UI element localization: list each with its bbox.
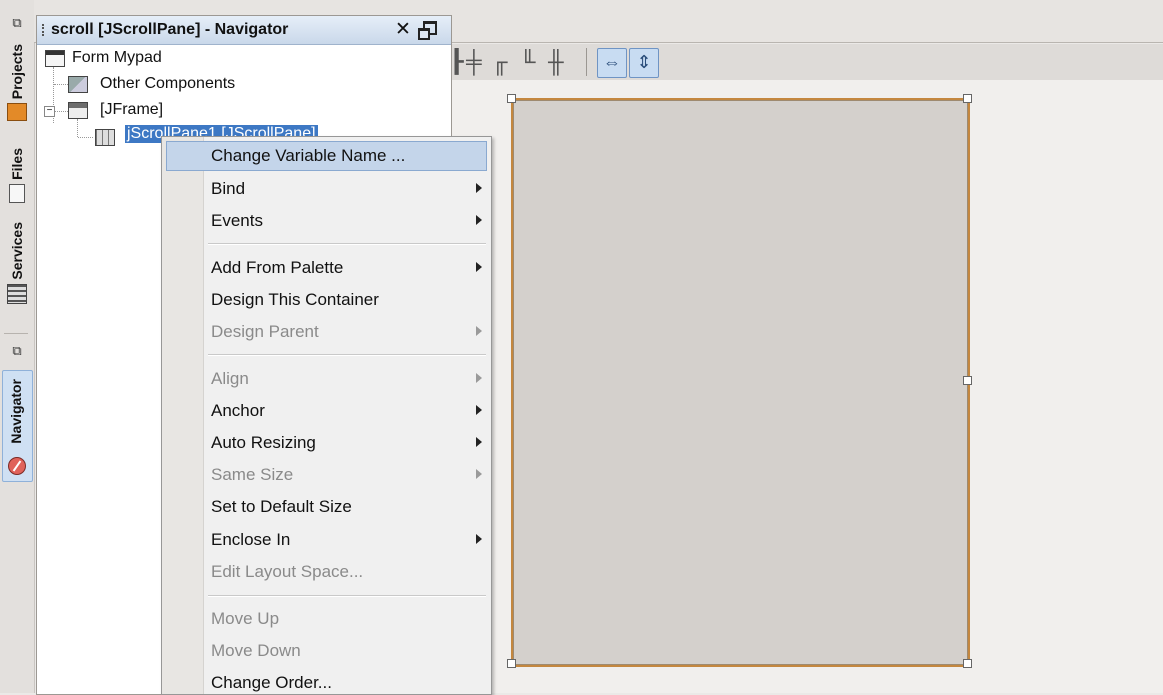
menu-item-move-up[interactable]: Move Up: [166, 604, 487, 634]
menu-item-label: Move Up: [211, 609, 280, 628]
restore-group-icon[interactable]: ⧉: [12, 344, 21, 358]
menu-item-change-order[interactable]: Change Order...: [166, 668, 487, 694]
sidebar-tab-files[interactable]: Files: [3, 148, 31, 203]
menu-item-label: Set to Default Size: [211, 497, 352, 516]
submenu-arrow-icon: [476, 183, 482, 193]
scrollpane-icon: [95, 129, 115, 146]
tree-connector: [77, 119, 78, 137]
tab-files-label: Files: [9, 148, 25, 180]
menu-item-label: Auto Resizing: [211, 433, 316, 452]
menu-item-label: Move Down: [211, 641, 301, 660]
menu-item-label: Change Variable Name ...: [211, 146, 406, 165]
tab-projects-label: Projects: [9, 44, 25, 100]
menu-item-label: Anchor: [211, 401, 265, 420]
menu-item-auto-resizing[interactable]: Auto Resizing: [166, 428, 487, 458]
menu-item-label: Add From Palette: [211, 258, 344, 277]
submenu-arrow-icon: [476, 405, 482, 415]
menu-item-same-size[interactable]: Same Size: [166, 460, 487, 490]
tree-node-jframe[interactable]: [JFrame]: [100, 101, 163, 119]
drag-handle-icon[interactable]: [42, 24, 46, 36]
menu-item-label: Bind: [211, 179, 246, 198]
horizontal-resize-icon[interactable]: ⇔: [597, 48, 627, 78]
menu-item-move-down[interactable]: Move Down: [166, 636, 487, 666]
tab-navigator-label: Navigator: [8, 379, 24, 444]
collapse-toggle-icon[interactable]: −: [44, 106, 55, 117]
menu-item-label: Same Size: [211, 465, 294, 484]
resize-handle-ne[interactable]: [963, 94, 972, 103]
menu-item-align[interactable]: Align: [166, 364, 487, 394]
menu-separator: [208, 243, 486, 245]
menu-item-enclose-in[interactable]: Enclose In: [166, 525, 487, 555]
side-tab-bar: ⧉ Projects Files Services ⧉ Navigator: [0, 0, 35, 693]
align-center-icon[interactable]: ╪: [466, 49, 482, 75]
files-icon: [9, 183, 25, 203]
sidebar-tab-services[interactable]: Services: [3, 222, 31, 304]
tree-connector: [55, 111, 68, 112]
menu-item-bind[interactable]: Bind: [166, 174, 487, 204]
submenu-arrow-icon: [476, 437, 482, 447]
sidebar-tab-navigator[interactable]: Navigator: [2, 370, 33, 482]
submenu-arrow-icon: [476, 326, 482, 336]
sidebar-tab-projects[interactable]: Projects: [3, 44, 31, 122]
menu-item-design-parent[interactable]: Design Parent: [166, 317, 487, 347]
menu-item-label: Design This Container: [211, 290, 379, 309]
menu-item-events[interactable]: Events: [166, 206, 487, 236]
tree-connector: [78, 137, 93, 138]
close-icon[interactable]: ✕: [395, 18, 411, 41]
projects-icon: [7, 103, 27, 122]
resize-handle-e[interactable]: [963, 376, 972, 385]
tree-node-form[interactable]: Form Mypad: [72, 49, 162, 67]
jframe-form-preview[interactable]: [511, 98, 970, 667]
design-toolbar: ┠ ╪ ╓ ╙ ╫ ⇔ ⇕: [450, 44, 1163, 81]
menu-separator: [208, 354, 486, 356]
menu-item-label: Change Order...: [211, 673, 332, 692]
sidebar-divider: [4, 333, 28, 334]
toolbar-separator: [586, 48, 587, 76]
tree-node-other-components[interactable]: Other Components: [100, 75, 235, 93]
submenu-arrow-icon: [476, 373, 482, 383]
resize-handle-se[interactable]: [963, 659, 972, 668]
form-icon: [45, 50, 65, 67]
menu-item-edit-layout-space[interactable]: Edit Layout Space...: [166, 557, 487, 587]
navigator-titlebar[interactable]: scroll [JScrollPane] - Navigator ✕: [37, 16, 451, 45]
menu-item-change-variable-name[interactable]: Change Variable Name ...: [166, 141, 487, 171]
menu-separator: [208, 595, 486, 597]
menu-item-label: Align: [211, 369, 249, 388]
sidebar-restore[interactable]: ⧉: [3, 16, 31, 30]
menu-item-label: Edit Layout Space...: [211, 562, 364, 581]
navigator-title: scroll [JScrollPane] - Navigator: [51, 21, 289, 38]
resize-handle-nw[interactable]: [507, 94, 516, 103]
submenu-arrow-icon: [476, 534, 482, 544]
other-components-icon: [68, 76, 88, 93]
menu-item-set-default-size[interactable]: Set to Default Size: [166, 492, 487, 522]
compass-icon: [8, 457, 26, 475]
services-icon: [7, 283, 27, 304]
align-middle-icon[interactable]: ╫: [548, 49, 564, 75]
restore-window-icon[interactable]: [418, 21, 437, 40]
vertical-resize-icon[interactable]: ⇕: [629, 48, 659, 78]
menu-item-design-this-container[interactable]: Design This Container: [166, 285, 487, 315]
submenu-arrow-icon: [476, 469, 482, 479]
align-bottom-icon[interactable]: ╙: [520, 49, 536, 75]
context-menu: Change Variable Name ... Bind Events Add…: [161, 136, 492, 695]
menu-item-label: Design Parent: [211, 322, 319, 341]
submenu-arrow-icon: [476, 262, 482, 272]
menu-item-label: Events: [211, 211, 263, 230]
menu-item-add-from-palette[interactable]: Add From Palette: [166, 253, 487, 283]
menu-item-anchor[interactable]: Anchor: [166, 396, 487, 426]
align-top-icon[interactable]: ╓: [492, 49, 508, 75]
sidebar-restore-2[interactable]: ⧉: [3, 344, 31, 358]
menu-item-label: Enclose In: [211, 530, 291, 549]
submenu-arrow-icon: [476, 215, 482, 225]
tab-services-label: Services: [9, 222, 25, 280]
restore-group-icon[interactable]: ⧉: [12, 16, 21, 30]
jframe-icon: [68, 102, 88, 119]
tree-connector: [54, 84, 68, 85]
resize-handle-sw[interactable]: [507, 659, 516, 668]
